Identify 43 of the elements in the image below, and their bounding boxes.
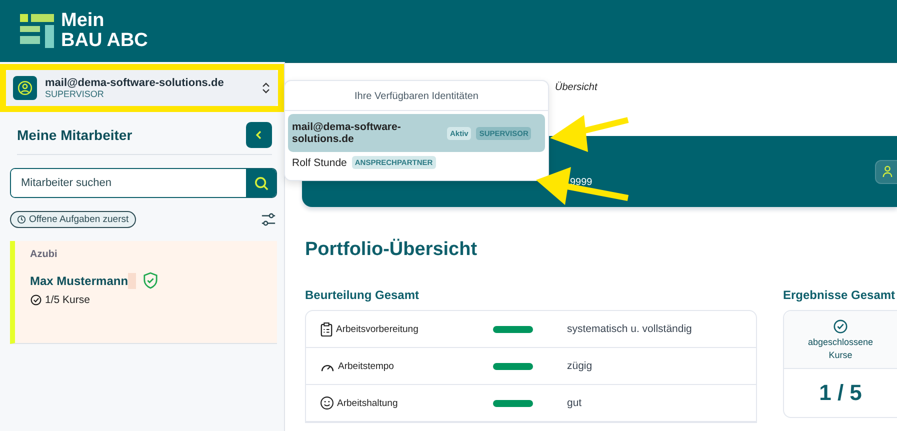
rating-bar: [493, 326, 533, 332]
group-label: Azubi: [30, 249, 58, 260]
banner-text: 9999: [570, 177, 592, 188]
collapse-button[interactable]: [246, 122, 272, 148]
breadcrumb[interactable]: Übersicht: [555, 82, 598, 93]
filter-icon[interactable]: [261, 212, 276, 227]
identity-selector[interactable]: mail@dema-software-solutions.de SUPERVISOR: [6, 70, 278, 106]
chevron-left-icon: [254, 130, 264, 140]
clipboard-icon: [320, 322, 333, 336]
page-title: Portfolio-Übersicht: [305, 239, 478, 261]
user-icon: [13, 76, 37, 100]
result-label: abgeschlossene Kurse: [808, 336, 874, 362]
criterion-label: Arbeitsvorbereitung: [336, 324, 418, 334]
user-icon: [882, 165, 892, 178]
search-field[interactable]: Mitarbeiter suchen: [10, 168, 277, 198]
search-button[interactable]: [246, 169, 276, 197]
chevron-icon: [262, 82, 270, 94]
section-title: Meine Mitarbeiter: [17, 127, 132, 143]
filter-chip[interactable]: Offene Aufgaben zuerst: [10, 211, 136, 228]
logo-text: Mein: [61, 11, 106, 31]
rating-value: gut: [567, 397, 582, 409]
cursor-block: [128, 272, 136, 288]
logo-icon: [20, 14, 54, 48]
rating-bar: [493, 362, 533, 370]
profile-button[interactable]: [875, 160, 897, 184]
section-title: Ergebnisse Gesamt: [783, 288, 896, 302]
check-circle-icon: [833, 319, 848, 334]
criterion-label: Arbeitstempo: [338, 360, 394, 372]
check-circle-icon: [30, 294, 42, 306]
search-icon: [254, 176, 268, 190]
dropdown-title: Ihre Verfügbaren Identitäten: [285, 81, 548, 111]
rating-value: systematisch u. vollständig: [567, 323, 692, 335]
employee-name: Max Mustermann: [30, 274, 128, 288]
clock-icon: [17, 215, 26, 224]
course-count: 1/5 Kurse: [45, 294, 90, 306]
result-value: 1 / 5: [818, 379, 863, 407]
section-title: Beurteilung Gesamt: [305, 288, 420, 302]
criterion-label: Arbeitshaltung: [337, 398, 398, 408]
smile-icon: [320, 396, 334, 410]
logo-text: BAU ABC: [61, 31, 148, 51]
employee-card[interactable]: Azubi Max Mustermann 1/5 Kurse: [10, 241, 277, 344]
rating-value: zügig: [567, 360, 592, 372]
rating-bar: [493, 400, 533, 406]
